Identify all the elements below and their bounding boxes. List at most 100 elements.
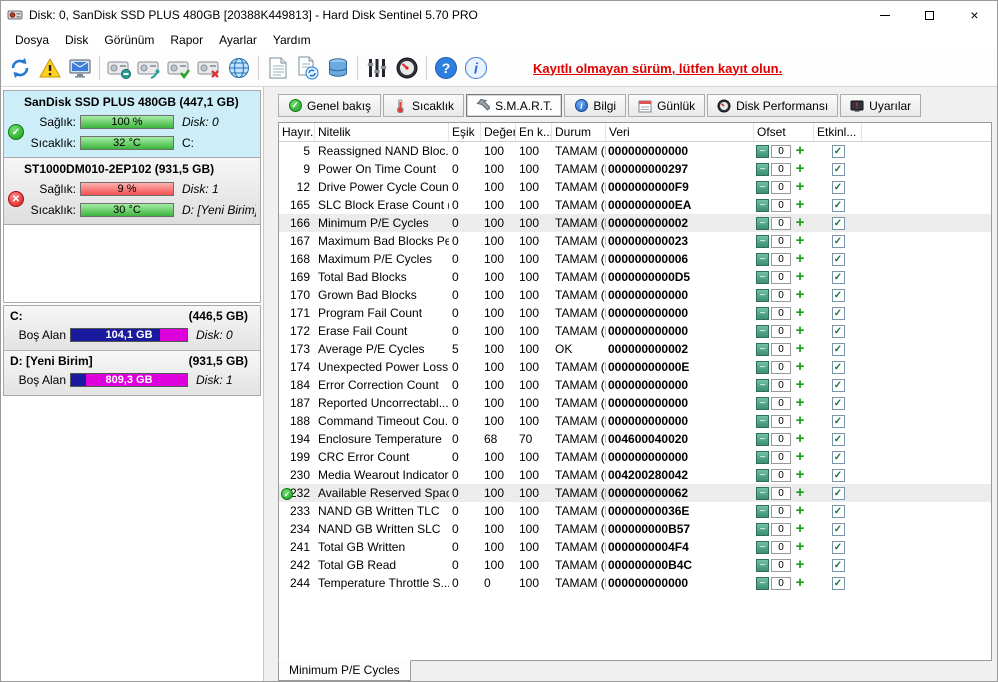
partition-panel-d[interactable]: D: [Yeni Birim] (931,5 GB) Boş Alan 809,… [4,351,260,395]
column-header[interactable]: Veri [606,123,754,141]
levels-button[interactable] [362,53,392,83]
offset-increase-button[interactable]: + [793,558,807,572]
table-row[interactable]: 233 NAND GB Written TLC 0 100 100 TAMAM (H...… [279,502,991,520]
online-button[interactable] [224,53,254,83]
offset-increase-button[interactable]: + [793,540,807,554]
offset-decrease-button[interactable]: − [756,252,769,266]
refresh-button[interactable] [5,53,35,83]
column-header[interactable]: Hayır. [279,123,315,141]
disk-connect-button[interactable] [134,53,164,83]
disk-detect-button[interactable] [104,53,134,83]
menu-disk[interactable]: Disk [57,31,96,49]
offset-increase-button[interactable]: + [793,468,807,482]
disk-remove-button[interactable] [194,53,224,83]
table-row[interactable]: 187 Reported Uncorrectabl... 0 100 100 TAMAM … [279,394,991,412]
menu-gorunum[interactable]: Görünüm [96,31,162,49]
offset-increase-button[interactable]: + [793,144,807,158]
enabled-checkbox[interactable]: ✓ [831,342,845,356]
enabled-checkbox[interactable]: ✓ [831,360,845,374]
disk-test-button[interactable] [164,53,194,83]
offset-increase-button[interactable]: + [793,360,807,374]
tab-gunluk[interactable]: Günlük [628,94,706,117]
offset-decrease-button[interactable]: − [756,486,769,500]
offset-increase-button[interactable]: + [793,252,807,266]
table-row[interactable]: 244 Temperature Throttle S... 0 0 100 TAMAM (… [279,574,991,592]
tab-genel-bakis[interactable]: ✓ Genel bakış [278,94,382,117]
offset-decrease-button[interactable]: − [756,450,769,464]
offset-increase-button[interactable]: + [793,306,807,320]
enabled-checkbox[interactable]: ✓ [831,180,845,194]
offset-decrease-button[interactable]: − [756,414,769,428]
enabled-checkbox[interactable]: ✓ [831,234,845,248]
tab-sicaklik[interactable]: Sıcaklık [383,94,465,117]
enabled-checkbox[interactable]: ✓ [831,540,845,554]
offset-decrease-button[interactable]: − [756,198,769,212]
offset-decrease-button[interactable]: − [756,504,769,518]
menu-dosya[interactable]: Dosya [7,31,57,49]
offset-increase-button[interactable]: + [793,432,807,446]
table-row[interactable]: 173 Average P/E Cycles 5 100 100 OK 0000000000… [279,340,991,358]
close-button[interactable]: × [952,1,997,29]
selected-attribute-tab[interactable]: Minimum P/E Cycles [278,660,411,681]
offset-increase-button[interactable]: + [793,234,807,248]
column-header[interactable]: Değer [481,123,516,141]
table-row[interactable]: 168Maximum P/E Cycles0100100TAMAM (H...0… [279,250,991,268]
table-row[interactable]: 172Erase Fail Count0100100TAMAM (H...000… [279,322,991,340]
title-bar[interactable]: Disk: 0, SanDisk SSD PLUS 480GB [20388K4… [1,1,997,29]
offset-increase-button[interactable]: + [793,288,807,302]
enabled-checkbox[interactable]: ✓ [831,486,845,500]
offset-decrease-button[interactable]: − [756,396,769,410]
offset-increase-button[interactable]: + [793,450,807,464]
offset-decrease-button[interactable]: − [756,522,769,536]
enabled-checkbox[interactable]: ✓ [831,432,845,446]
register-link[interactable]: Kayıtlı olmayan sürüm, lütfen kayıt olun… [533,61,782,76]
column-header[interactable]: Etkinl... [814,123,862,141]
table-row[interactable]: 241Total GB Written0100100TAMAM (H...000… [279,538,991,556]
table-row[interactable]: 188Command Timeout Cou...0100100TAMAM (H… [279,412,991,430]
report-button[interactable] [263,53,293,83]
column-header[interactable]: Eşik [449,123,481,141]
tab-disk-performansi[interactable]: Disk Performansı [707,94,839,117]
minimize-button[interactable] [862,1,907,29]
offset-increase-button[interactable]: + [793,576,807,590]
enabled-checkbox[interactable]: ✓ [831,396,845,410]
table-row[interactable]: ✓ 232 Available Reserved Space 0 100 100 TAMAM… [279,484,991,502]
offset-increase-button[interactable]: + [793,324,807,338]
database-button[interactable] [323,53,353,83]
offset-decrease-button[interactable]: − [756,306,769,320]
enabled-checkbox[interactable]: ✓ [831,414,845,428]
table-row[interactable]: 184 Error Correction Count 0 100 100 TAMAM (H… [279,376,991,394]
column-header[interactable]: Ofset [754,123,814,141]
offset-decrease-button[interactable]: − [756,432,769,446]
offset-increase-button[interactable]: + [793,270,807,284]
offset-increase-button[interactable]: + [793,396,807,410]
menu-yardim[interactable]: Yardım [265,31,319,49]
enabled-checkbox[interactable]: ✓ [831,468,845,482]
gauge-button[interactable] [392,53,422,83]
partition-panel-c[interactable]: C: (446,5 GB) Boş Alan 104,1 GB Disk: 0 [4,306,260,351]
maximize-button[interactable] [907,1,952,29]
table-row[interactable]: 5Reassigned NAND Bloc...0100100TAMAM (H.… [279,142,991,160]
column-header[interactable]: En k... [516,123,552,141]
table-row[interactable]: 170Grown Bad Blocks0100100TAMAM (H...000… [279,286,991,304]
disk-panel-1[interactable]: ST1000DM010-2EP102 (931,5 GB) ✕ Sağlık: … [4,158,260,225]
table-row[interactable]: 169Total Bad Blocks0100100TAMAM (H...000… [279,268,991,286]
offset-decrease-button[interactable]: − [756,576,769,590]
warning-button[interactable] [35,53,65,83]
enabled-checkbox[interactable]: ✓ [831,504,845,518]
enabled-checkbox[interactable]: ✓ [831,270,845,284]
enabled-checkbox[interactable]: ✓ [831,162,845,176]
table-row[interactable]: 234 NAND GB Written SLC 0 100 100 TAMAM (H...… [279,520,991,538]
offset-increase-button[interactable]: + [793,216,807,230]
enabled-checkbox[interactable]: ✓ [831,378,845,392]
offset-decrease-button[interactable]: − [756,288,769,302]
offset-increase-button[interactable]: + [793,180,807,194]
menu-ayarlar[interactable]: Ayarlar [211,31,265,49]
enabled-checkbox[interactable]: ✓ [831,558,845,572]
column-header[interactable]: Nitelik [315,123,449,141]
table-row[interactable]: 230 Media Wearout Indicator 0 100 100 TAMAM (… [279,466,991,484]
tab-uyarilar[interactable]: ! Uyarılar [840,94,922,117]
offset-decrease-button[interactable]: − [756,180,769,194]
table-row[interactable]: 194 Enclosure Temperature 0 68 70 TAMAM (H...… [279,430,991,448]
offset-decrease-button[interactable]: − [756,468,769,482]
